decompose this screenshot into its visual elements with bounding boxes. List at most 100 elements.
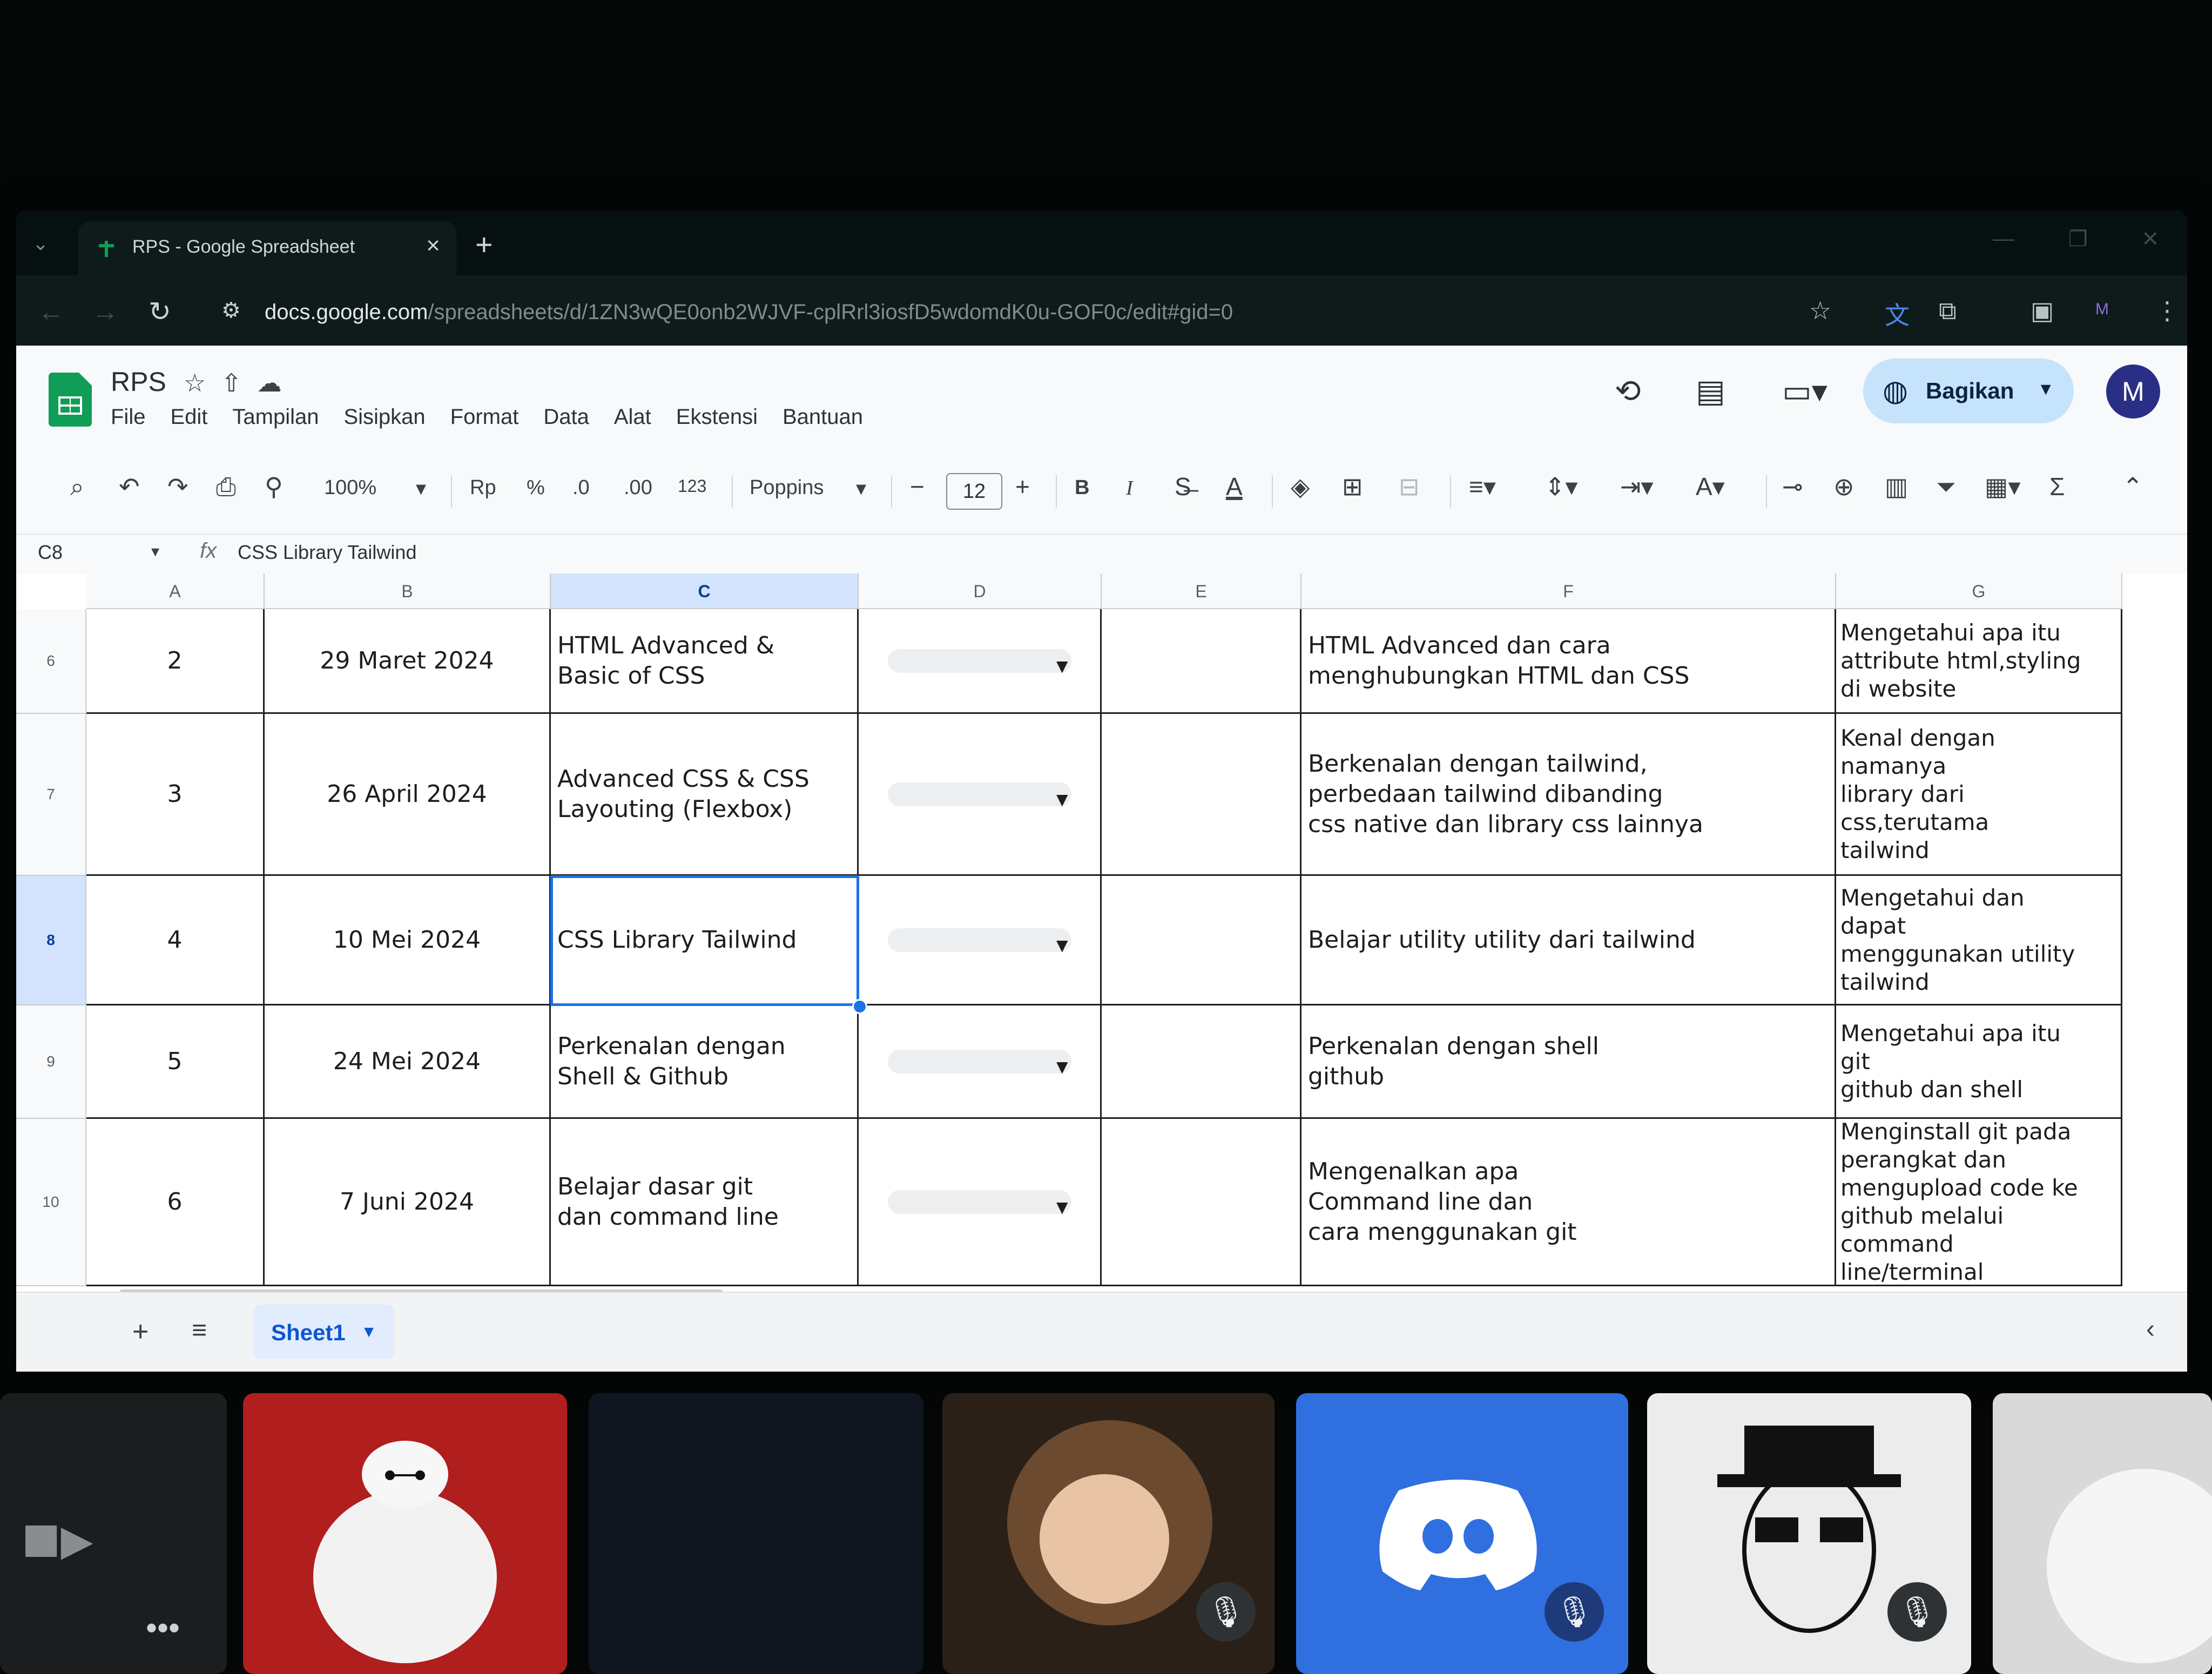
- paint-format-icon[interactable]: ⚲: [265, 472, 283, 501]
- cell-f7[interactable]: Berkenalan dengan tailwind, perbedaan ta…: [1301, 714, 1836, 876]
- cell-d6[interactable]: ▼: [859, 609, 1102, 714]
- chevron-down-icon[interactable]: ▼: [2037, 379, 2054, 399]
- percent-format-button[interactable]: %: [527, 476, 545, 500]
- currency-format-button[interactable]: Rp: [470, 476, 496, 500]
- font-size-decrease-button[interactable]: −: [910, 472, 925, 501]
- cell-g8[interactable]: Mengetahui dan dapat menggunakan utility…: [1836, 876, 2122, 1005]
- link-icon[interactable]: ⊸: [1782, 472, 1803, 501]
- cell-g6[interactable]: Mengetahui apa itu attribute html,stylin…: [1836, 609, 2122, 714]
- back-icon[interactable]: ←: [38, 296, 65, 327]
- cell-c8[interactable]: CSS Library Tailwind: [550, 875, 859, 1006]
- sheet-tab-chevron-icon[interactable]: ▼: [361, 1323, 377, 1341]
- cell-d9[interactable]: ▼: [859, 1005, 1102, 1119]
- cell-e9[interactable]: [1102, 1005, 1301, 1119]
- more-options-icon[interactable]: •••: [146, 1609, 180, 1646]
- text-wrap-icon[interactable]: ⇥▾: [1620, 472, 1654, 501]
- row-header-9[interactable]: 9: [16, 1005, 86, 1119]
- participant-tile[interactable]: [1993, 1393, 2212, 1674]
- text-color-icon[interactable]: A: [1226, 472, 1243, 501]
- cell-b10[interactable]: 7 Juni 2024: [265, 1119, 551, 1286]
- menu-view[interactable]: Tampilan: [232, 405, 319, 429]
- dropdown-arrow-icon[interactable]: ▼: [1056, 1192, 1068, 1223]
- cell-e8[interactable]: [1102, 876, 1301, 1005]
- cell-b6[interactable]: 29 Maret 2024: [265, 609, 551, 714]
- all-sheets-icon[interactable]: ≡: [192, 1315, 207, 1345]
- meet-icon[interactable]: ▭▾: [1782, 373, 1827, 409]
- cell-d8[interactable]: ▼: [859, 876, 1102, 1005]
- history-icon[interactable]: ⟲: [1615, 373, 1641, 409]
- merge-cells-icon[interactable]: ⊟: [1399, 472, 1420, 501]
- site-info-icon[interactable]: ⚙: [221, 298, 241, 323]
- menu-tools[interactable]: Alat: [614, 405, 651, 429]
- comment-icon[interactable]: ▤: [1696, 373, 1725, 409]
- vertical-align-icon[interactable]: ⇕▾: [1545, 472, 1578, 501]
- share-button[interactable]: ◍ Bagikan ▼: [1863, 359, 2074, 423]
- column-header-e[interactable]: E: [1102, 573, 1301, 609]
- menu-edit[interactable]: Edit: [170, 405, 207, 429]
- menu-data[interactable]: Data: [543, 405, 589, 429]
- menu-help[interactable]: Bantuan: [783, 405, 863, 429]
- new-tab-button[interactable]: +: [475, 227, 493, 262]
- cell-a9[interactable]: 5: [86, 1005, 265, 1119]
- cell-f6[interactable]: HTML Advanced dan cara menghubungkan HTM…: [1301, 609, 1836, 714]
- font-chevron-icon[interactable]: ▾: [856, 476, 866, 501]
- decrease-decimal-button[interactable]: .0: [572, 476, 590, 500]
- redo-icon[interactable]: ↷: [167, 472, 188, 501]
- dropdown-chip[interactable]: ▼: [887, 1190, 1071, 1216]
- cell-f10[interactable]: Mengenalkan apa Command line dan cara me…: [1301, 1119, 1836, 1286]
- participant-tile[interactable]: 🎙: [1647, 1393, 1971, 1674]
- explore-collapse-icon[interactable]: ‹: [2146, 1314, 2155, 1344]
- cell-d10[interactable]: ▼: [859, 1119, 1102, 1286]
- cell-e7[interactable]: [1102, 714, 1301, 876]
- tab-close-icon[interactable]: ×: [426, 232, 440, 259]
- menu-insert[interactable]: Sisipkan: [343, 405, 425, 429]
- sheet-tab[interactable]: Sheet1 ▼: [254, 1305, 394, 1359]
- dropdown-chip[interactable]: ▼: [887, 928, 1071, 954]
- tab-search-icon[interactable]: ⌄: [32, 232, 59, 259]
- font-size-input[interactable]: 12: [946, 473, 1002, 510]
- star-icon[interactable]: ☆: [184, 369, 221, 397]
- name-box-chevron-icon[interactable]: ▾: [151, 542, 159, 561]
- dropdown-chip[interactable]: ▼: [887, 1049, 1071, 1076]
- fill-color-icon[interactable]: ◈: [1291, 472, 1310, 501]
- row-header-8[interactable]: 8: [16, 876, 86, 1005]
- cell-c9[interactable]: Perkenalan dengan Shell & Github: [551, 1005, 859, 1119]
- profile-icon[interactable]: M: [2095, 300, 2109, 319]
- fill-handle[interactable]: [852, 999, 867, 1014]
- dropdown-arrow-icon[interactable]: ▼: [1056, 1052, 1068, 1082]
- menu-extensions[interactable]: Ekstensi: [676, 405, 758, 429]
- cell-b8[interactable]: 10 Mei 2024: [265, 876, 551, 1005]
- column-header-c[interactable]: C: [551, 573, 859, 609]
- borders-icon[interactable]: ⊞: [1342, 472, 1363, 501]
- bookmark-star-icon[interactable]: ☆: [1809, 296, 1831, 325]
- dropdown-chip[interactable]: ▼: [887, 782, 1071, 808]
- italic-button[interactable]: I: [1126, 476, 1133, 500]
- participant-tile[interactable]: [243, 1393, 567, 1674]
- url-field[interactable]: ⚙ docs.google.com/spreadsheets/d/1ZN3wQE…: [211, 287, 1885, 334]
- minimize-icon[interactable]: —: [1993, 227, 2014, 251]
- cell-c6[interactable]: HTML Advanced & Basic of CSS: [551, 609, 859, 714]
- cell-c10[interactable]: Belajar dasar git dan command line: [551, 1119, 859, 1286]
- cell-d7[interactable]: ▼: [859, 714, 1102, 876]
- document-title[interactable]: RPS: [111, 366, 166, 397]
- font-select[interactable]: Poppins: [750, 476, 824, 500]
- cell-f9[interactable]: Perkenalan dengan shell github: [1301, 1005, 1836, 1119]
- spreadsheet-grid[interactable]: A B C D E F G 6 2 29 Maret 2024 HTML Advanced & Ba…: [16, 573, 2187, 1297]
- text-rotation-icon[interactable]: A▾: [1696, 472, 1725, 501]
- participant-tile[interactable]: 🎙: [1296, 1393, 1628, 1674]
- add-sheet-button[interactable]: +: [132, 1315, 149, 1348]
- side-panel-icon[interactable]: ▣: [2031, 296, 2054, 325]
- extensions-icon[interactable]: ⧉: [1939, 296, 1957, 326]
- menu-file[interactable]: File: [111, 405, 145, 429]
- zoom-select[interactable]: 100%: [324, 476, 376, 500]
- window-close-icon[interactable]: ✕: [2141, 227, 2160, 252]
- dropdown-arrow-icon[interactable]: ▼: [1056, 651, 1068, 681]
- number-format-button[interactable]: 123: [678, 476, 706, 496]
- filter-views-icon[interactable]: ▦▾: [1985, 472, 2021, 501]
- font-size-increase-button[interactable]: +: [1015, 472, 1030, 501]
- avatar[interactable]: M: [2106, 364, 2160, 418]
- function-icon[interactable]: Σ: [2049, 472, 2065, 501]
- row-header-10[interactable]: 10: [16, 1119, 86, 1286]
- undo-icon[interactable]: ↶: [119, 472, 140, 501]
- column-header-g[interactable]: G: [1836, 573, 2122, 609]
